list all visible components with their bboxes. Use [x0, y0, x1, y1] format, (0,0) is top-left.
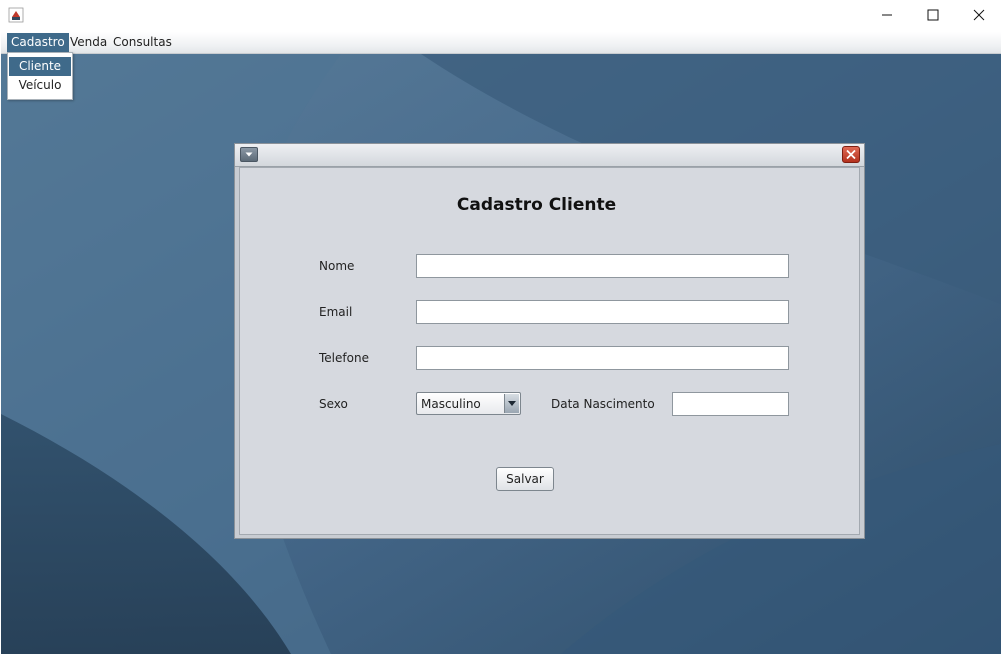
form-panel: Cadastro Cliente Nome Email Telefone Sex… — [239, 167, 860, 535]
menu-venda[interactable]: Venda — [66, 33, 111, 52]
menu-bar: Cadastro Venda Consultas — [1, 32, 1001, 54]
label-data-nascimento: Data Nascimento — [551, 397, 655, 411]
minimize-button[interactable] — [864, 0, 910, 32]
telefone-field[interactable] — [416, 346, 789, 370]
close-icon — [973, 9, 985, 24]
menu-cadastro[interactable]: Cadastro — [7, 33, 69, 52]
email-field[interactable] — [416, 300, 789, 324]
label-nome: Nome — [319, 259, 355, 273]
save-button[interactable]: Salvar — [496, 467, 554, 491]
sexo-select[interactable]: Masculino — [416, 392, 521, 415]
maximize-button[interactable] — [910, 0, 956, 32]
maximize-icon — [927, 9, 939, 24]
window-titlebar — [0, 0, 1002, 32]
frame-close-button[interactable] — [842, 146, 860, 163]
cadastro-cliente-frame: Cadastro Cliente Nome Email Telefone Sex… — [234, 143, 865, 539]
label-telefone: Telefone — [319, 351, 369, 365]
label-email: Email — [319, 305, 353, 319]
nome-field[interactable] — [416, 254, 789, 278]
close-icon — [846, 149, 856, 160]
sexo-select-value: Masculino — [421, 397, 481, 411]
menu-consultas[interactable]: Consultas — [109, 33, 176, 52]
frame-titlebar[interactable] — [235, 144, 864, 167]
java-cup-icon — [8, 7, 24, 23]
menu-item-cliente[interactable]: Cliente — [9, 57, 71, 76]
data-nascimento-field[interactable] — [672, 392, 789, 416]
minimize-icon — [881, 9, 893, 24]
label-sexo: Sexo — [319, 397, 348, 411]
chevron-down-icon — [245, 152, 253, 157]
cadastro-dropdown: Cliente Veículo — [7, 52, 73, 100]
frame-menu-button[interactable] — [240, 147, 258, 162]
dropdown-arrow-icon[interactable] — [504, 394, 519, 413]
menu-item-veiculo[interactable]: Veículo — [9, 76, 71, 95]
window-close-button[interactable] — [956, 0, 1002, 32]
form-title: Cadastro Cliente — [456, 195, 617, 215]
